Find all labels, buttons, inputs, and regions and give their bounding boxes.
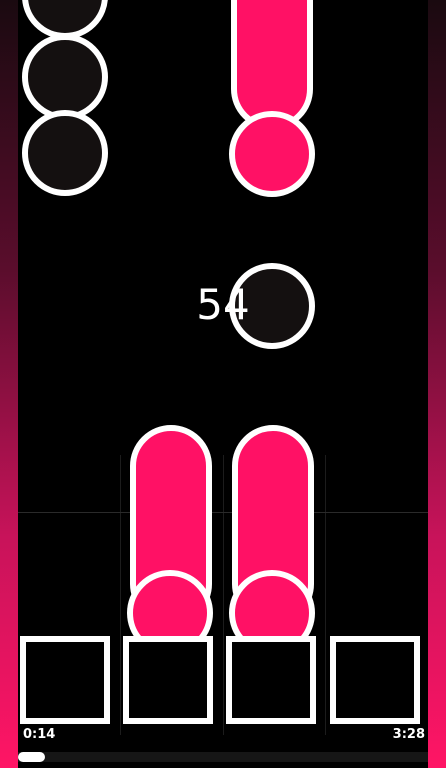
hold-note-head xyxy=(229,111,315,197)
lane-divider xyxy=(325,455,326,735)
right-border-gradient xyxy=(428,0,446,768)
lane-3-receptor[interactable] xyxy=(226,636,316,724)
lane-4-receptor[interactable] xyxy=(330,636,420,724)
lane-divider xyxy=(120,455,121,735)
song-progress-fill xyxy=(18,752,46,762)
tap-note xyxy=(22,110,108,196)
combo-counter: 54 xyxy=(196,280,250,329)
tap-note xyxy=(22,34,108,120)
elapsed-time: 0:14 xyxy=(23,727,56,742)
song-progress-bar[interactable] xyxy=(18,752,428,762)
lane-1-receptor[interactable] xyxy=(20,636,110,724)
left-border-gradient xyxy=(0,0,18,768)
lane-divider xyxy=(223,455,224,735)
judgement-line xyxy=(18,512,428,513)
total-time: 3:28 xyxy=(392,727,425,742)
lane-2-receptor[interactable] xyxy=(123,636,213,724)
